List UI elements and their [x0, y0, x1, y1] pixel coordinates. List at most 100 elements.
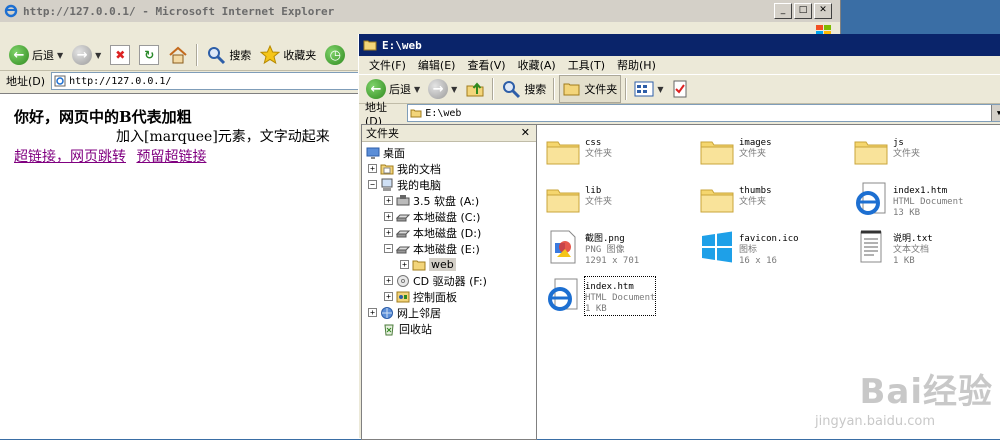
maximize-button[interactable]: □	[794, 3, 812, 19]
ie-caption-buttons: _ □ ✕	[774, 3, 832, 19]
hyperlink-jump[interactable]: 超链接，网页跳转	[14, 149, 126, 165]
file-item-images[interactable]: images 文件夹	[699, 133, 847, 177]
ie-titlebar: http://127.0.0.1/ - Microsoft Internet E…	[0, 0, 840, 22]
tree-collapse-toggle[interactable]: −	[368, 180, 377, 189]
menu-view[interactable]: 查看(V)	[467, 57, 505, 73]
explorer-properties-button[interactable]	[668, 76, 692, 102]
minimize-button[interactable]: _	[774, 3, 792, 19]
tree-item-disk-e[interactable]: − 本地磁盘 (E:)	[384, 241, 480, 256]
explorer-views-button[interactable]: ▼	[631, 76, 666, 102]
file-item-js[interactable]: js 文件夹	[853, 133, 1000, 177]
refresh-icon: ↻	[139, 45, 160, 65]
forward-arrow-icon: →	[72, 45, 93, 65]
chevron-down-icon[interactable]: ▼	[414, 85, 420, 94]
stop-icon: ✖	[110, 45, 131, 65]
forward-arrow-icon: →	[428, 79, 449, 99]
file-item-lib[interactable]: lib 文件夹	[545, 181, 693, 225]
tree-item-recycle-bin[interactable]: 回收站	[382, 321, 432, 336]
tree-expand-toggle[interactable]: +	[384, 212, 393, 221]
ie-refresh-button[interactable]: ↻	[136, 42, 162, 68]
close-button[interactable]: ✕	[814, 3, 832, 19]
tree-item-cd-f[interactable]: + CD 驱动器 (F:)	[384, 273, 487, 288]
text-document-icon	[860, 230, 882, 263]
folders-pane: 文件夹 ✕ 桌面 + 我的文档 − 我的电脑 + 3.5 软盘 (A:) + 本…	[361, 124, 537, 440]
file-item-css[interactable]: css 文件夹	[545, 133, 693, 177]
tree-item-disk-c[interactable]: + 本地磁盘 (C:)	[384, 209, 480, 224]
tree-expand-toggle[interactable]: +	[400, 260, 409, 269]
chevron-down-icon[interactable]: ▼	[657, 85, 663, 94]
tree-item-floppy-a[interactable]: + 3.5 软盘 (A:)	[384, 193, 479, 208]
ie-document-icon	[856, 182, 886, 215]
ie-favorites-button[interactable]: 收藏夹	[257, 42, 319, 68]
tree-collapse-toggle[interactable]: −	[384, 244, 393, 253]
home-icon	[169, 46, 187, 64]
chevron-down-icon[interactable]: ▼	[95, 51, 101, 60]
menu-edit[interactable]: 编辑(E)	[418, 57, 456, 73]
control-panel-icon	[396, 291, 410, 302]
tree-item-my-documents[interactable]: + 我的文档	[368, 161, 441, 176]
close-icon[interactable]: ✕	[521, 126, 530, 139]
menu-tools[interactable]: 工具(T)	[568, 57, 605, 73]
tree-expand-toggle[interactable]: +	[368, 308, 377, 317]
address-dropdown-button[interactable]: ▼	[991, 105, 1000, 121]
tree-item-web[interactable]: + web	[400, 257, 456, 272]
chevron-down-icon[interactable]: ▼	[451, 85, 457, 94]
file-item-thumbs[interactable]: thumbs 文件夹	[699, 181, 847, 225]
ie-window-title: http://127.0.0.1/ - Microsoft Internet E…	[23, 4, 335, 18]
explorer-search-button[interactable]: 搜索	[498, 76, 549, 102]
page-heading: 你好，网页中的B代表加粗	[14, 108, 192, 126]
back-arrow-icon: ←	[366, 79, 386, 99]
ie-back-button[interactable]: ← 后退 ▼	[6, 42, 66, 68]
folders-pane-title: 文件夹	[366, 127, 399, 140]
explorer-address-input[interactable]: E:\web ▼	[407, 104, 1000, 122]
hard-disk-icon	[396, 246, 410, 253]
recycle-bin-icon	[384, 324, 394, 335]
tree-item-network[interactable]: + 网上邻居	[368, 305, 441, 320]
explorer-forward-button[interactable]: → ▼	[425, 76, 460, 102]
marquee-text: 加入[marquee]元素，文字动起来	[116, 129, 330, 145]
watermark-url: jingyan.baidu.com	[815, 414, 935, 429]
menu-favorites[interactable]: 收藏(A)	[518, 57, 556, 73]
cd-drive-icon	[397, 274, 409, 287]
ie-search-button[interactable]: 搜索	[203, 42, 254, 68]
tree-item-control-panel[interactable]: + 控制面板	[384, 289, 457, 304]
ie-forward-button[interactable]: → ▼	[69, 42, 104, 68]
folder-icon	[700, 141, 734, 165]
tree-expand-toggle[interactable]: +	[384, 228, 393, 237]
menu-file[interactable]: 文件(F)	[369, 57, 406, 73]
documents-folder-icon	[380, 164, 394, 174]
file-item-screenshot-png[interactable]: 截图.png PNG 图像 1291 x 701	[545, 229, 693, 273]
hyperlink-reserved[interactable]: 预留超链接	[136, 149, 206, 165]
ie-home-button[interactable]	[165, 42, 191, 68]
png-image-icon	[550, 230, 576, 264]
explorer-window-title: E:\web	[382, 38, 422, 52]
tree-expand-toggle[interactable]: +	[368, 164, 377, 173]
file-item-readme-txt[interactable]: 说明.txt 文本文档 1 KB	[853, 229, 1000, 273]
ie-address-input[interactable]: http://127.0.0.1/	[51, 72, 376, 90]
tree-expand-toggle[interactable]: +	[384, 276, 393, 285]
tree-item-disk-d[interactable]: + 本地磁盘 (D:)	[384, 225, 481, 240]
baidu-jingyan-watermark: Bai经验	[859, 372, 993, 412]
open-folder-icon	[412, 260, 426, 270]
file-item-favicon-ico[interactable]: favicon.ico 图标 16 x 16	[699, 229, 847, 273]
explorer-folders-button[interactable]: 文件夹	[559, 75, 622, 103]
network-icon	[381, 306, 393, 319]
back-arrow-icon: ←	[9, 45, 29, 65]
search-icon	[503, 81, 521, 99]
ie-stop-button[interactable]: ✖	[107, 42, 133, 68]
file-item-index1-htm[interactable]: index1.htm HTML Document 13 KB	[853, 181, 1000, 225]
windows-logo-icon	[702, 231, 732, 263]
tree-expand-toggle[interactable]: +	[384, 292, 393, 301]
ie-media-button[interactable]: ◷	[322, 42, 348, 68]
menu-help[interactable]: 帮助(H)	[617, 57, 656, 73]
explorer-address-bar: 地址(D) E:\web ▼	[359, 101, 1000, 128]
explorer-menubar: 文件(F) 编辑(E) 查看(V) 收藏(A) 工具(T) 帮助(H)	[359, 56, 1000, 74]
chevron-down-icon[interactable]: ▼	[57, 51, 63, 60]
toolbar-separator	[625, 78, 628, 100]
tree-expand-toggle[interactable]: +	[384, 196, 393, 205]
tree-item-desktop[interactable]: 桌面	[366, 145, 405, 160]
tree-item-my-computer[interactable]: − 我的电脑	[368, 177, 441, 192]
file-item-index-htm[interactable]: index.htm HTML Document 1 KB	[545, 276, 693, 321]
search-icon	[208, 47, 226, 65]
explorer-up-button[interactable]	[462, 76, 488, 102]
